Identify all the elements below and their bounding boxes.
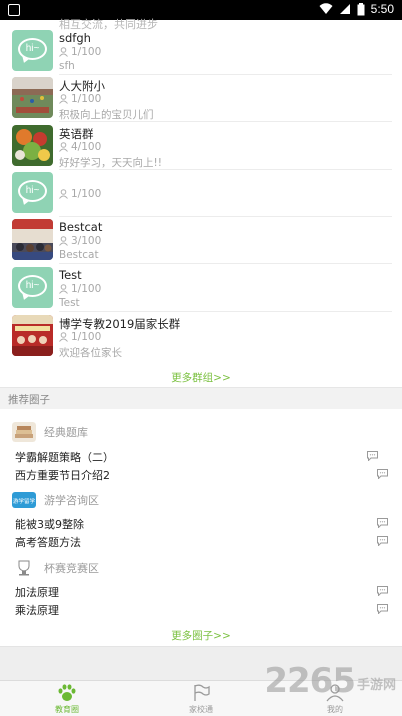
tab-home-school[interactable]: 家校通 (134, 681, 268, 716)
category-cup-competition[interactable]: 杯赛竞赛区 (12, 558, 99, 578)
group-avatar-photo (12, 219, 53, 260)
group-item[interactable]: hi~ 1/100 (0, 169, 402, 217)
battery-icon (357, 2, 365, 15)
group-desc: sfh (59, 60, 75, 72)
topic-title: 乘法原理 (15, 604, 59, 617)
person-icon (59, 94, 68, 104)
category-label: 游学咨询区 (44, 494, 99, 507)
group-name: Test (59, 268, 82, 282)
group-desc: 欢迎各位家长 (59, 347, 122, 359)
book-stack-icon (12, 422, 36, 442)
more-circles-link[interactable]: 更多圈子>> (0, 628, 402, 643)
comment-icon (367, 451, 378, 461)
topic-item[interactable]: 乘法原理 (15, 602, 388, 620)
member-count-text: 1/100 (71, 93, 102, 105)
person-icon (59, 189, 68, 199)
group-name: sdfgh (59, 31, 91, 45)
study-tour-badge-icon: 游学留学 (12, 492, 36, 508)
badge-text: 游学留学 (13, 497, 36, 505)
topic-item[interactable]: 学霸解题策略（二） (15, 449, 388, 467)
topic-item[interactable]: 加法原理 (15, 584, 388, 602)
comment-icon (377, 536, 388, 546)
topic-title: 能被3或9整除 (15, 518, 84, 531)
clock: 5:50 (370, 2, 394, 16)
member-count: 1/100 (59, 331, 101, 343)
flag-icon (194, 684, 210, 701)
member-count-text: 1/100 (71, 331, 102, 343)
group-avatar-photo (12, 77, 53, 118)
person-icon (59, 284, 68, 294)
paw-icon (58, 684, 76, 701)
group-item[interactable]: 博学专教2019届家长群 1/100 欢迎各位家长 (0, 312, 402, 359)
group-avatar-photo (12, 125, 53, 166)
signal-icon (339, 4, 350, 14)
hi-avatar: hi~ (12, 267, 53, 308)
group-item[interactable]: 英语群 4/100 好好学习，天天向上!! (0, 122, 402, 170)
group-item[interactable]: hi~ Test 1/100 Test (0, 264, 402, 312)
member-count-text: 1/100 (71, 188, 102, 200)
group-desc: Bestcat (59, 249, 99, 261)
member-count: 1/100 (59, 188, 101, 200)
group-desc: 好好学习，天天向上!! (59, 157, 162, 169)
group-item[interactable]: hi~ sdfgh 1/100 sfh (0, 27, 402, 75)
group-name: 博学专教2019届家长群 (59, 317, 181, 331)
group-item[interactable]: 人大附小 1/100 积极向上的宝贝儿们 (0, 74, 402, 122)
comment-icon (377, 586, 388, 596)
member-count-text: 4/100 (71, 141, 102, 153)
person-icon (59, 142, 68, 152)
member-count: 1/100 (59, 283, 101, 295)
comment-icon (377, 469, 388, 479)
group-avatar-photo (12, 315, 53, 356)
topic-item[interactable]: 高考答题方法 (15, 534, 388, 552)
section-title: 推荐圈子 (8, 394, 50, 406)
wifi-icon (319, 3, 333, 15)
category-study-tour[interactable]: 游学留学 游学咨询区 (12, 490, 99, 510)
watermark: 2265 手游网 (264, 663, 396, 699)
trophy-emblem-icon (12, 558, 36, 578)
group-desc: 积极向上的宝贝儿们 (59, 109, 154, 121)
member-count: 4/100 (59, 141, 101, 153)
group-name: 英语群 (59, 127, 94, 141)
tab-label: 家校通 (189, 705, 213, 714)
group-desc: Test (59, 297, 80, 309)
member-count-text: 1/100 (71, 283, 102, 295)
group-item[interactable]: Bestcat 3/100 Bestcat (0, 216, 402, 264)
category-label: 经典题库 (44, 426, 88, 439)
comment-icon (377, 604, 388, 614)
topic-item[interactable]: 西方重要节日介绍2 (15, 467, 388, 485)
member-count: 3/100 (59, 235, 101, 247)
topic-title: 学霸解题策略（二） (15, 451, 114, 464)
member-count: 1/100 (59, 46, 101, 58)
section-header: 推荐圈子 (0, 387, 402, 409)
tab-label: 教育圈 (55, 705, 79, 714)
category-classic-bank[interactable]: 经典题库 (12, 422, 88, 442)
topic-item[interactable]: 能被3或9整除 (15, 516, 388, 534)
category-label: 杯赛竞赛区 (44, 562, 99, 575)
person-icon (59, 47, 68, 57)
person-icon (59, 332, 68, 342)
more-groups-link[interactable]: 更多群组>> (0, 370, 402, 385)
topic-title: 高考答题方法 (15, 536, 81, 549)
topic-title: 加法原理 (15, 586, 59, 599)
hi-avatar: hi~ (12, 172, 53, 213)
comment-icon (377, 518, 388, 528)
group-name: Bestcat (59, 220, 103, 234)
watermark-text: 手游网 (356, 678, 396, 693)
member-count-text: 1/100 (71, 46, 102, 58)
person-icon (59, 236, 68, 246)
notification-icon (8, 4, 20, 16)
tab-education-circle[interactable]: 教育圈 (0, 681, 134, 716)
member-count: 1/100 (59, 93, 101, 105)
topic-title: 西方重要节日介绍2 (15, 469, 110, 482)
watermark-number: 2265 (264, 661, 356, 701)
tab-label: 我的 (327, 705, 343, 714)
hi-avatar: hi~ (12, 30, 53, 71)
member-count-text: 3/100 (71, 235, 102, 247)
group-name: 人大附小 (59, 79, 105, 93)
